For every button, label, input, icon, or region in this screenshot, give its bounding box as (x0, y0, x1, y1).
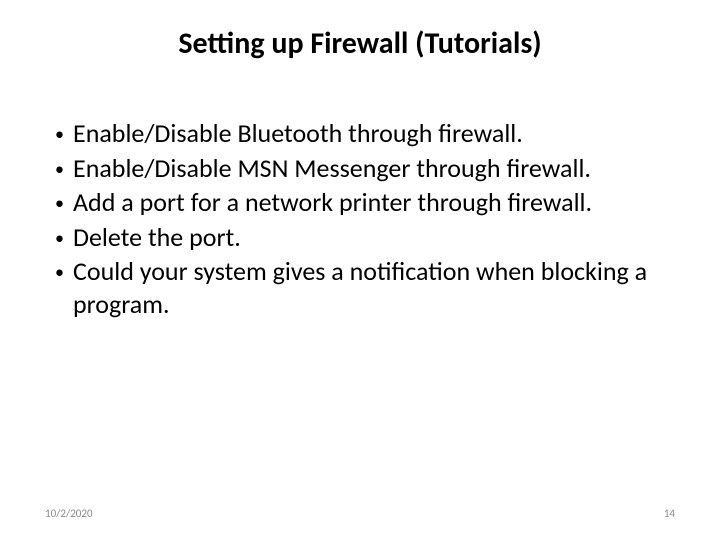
footer: 10/2/2020 14 (45, 507, 675, 520)
bullet-icon: • (55, 221, 73, 250)
bullet-icon: • (55, 255, 73, 284)
slide-container: Setting up Firewall (Tutorials) • Enable… (0, 0, 720, 540)
page-title: Setting up Firewall (Tutorials) (45, 25, 675, 62)
bullet-text: Add a port for a network printer through… (73, 186, 675, 219)
bullet-icon: • (55, 117, 73, 146)
list-item: • Enable/Disable Bluetooth through firew… (55, 117, 675, 150)
bullet-icon: • (55, 186, 73, 215)
footer-date: 10/2/2020 (45, 507, 93, 520)
list-item: • Delete the port. (55, 221, 675, 254)
bullet-list: • Enable/Disable Bluetooth through firew… (45, 117, 675, 320)
bullet-text: Could your system gives a notification w… (73, 255, 675, 320)
bullet-text: Delete the port. (73, 221, 675, 254)
bullet-icon: • (55, 152, 73, 181)
bullet-text: Enable/Disable MSN Messenger through fir… (73, 152, 675, 185)
bullet-text: Enable/Disable Bluetooth through firewal… (73, 117, 675, 150)
list-item: • Could your system gives a notification… (55, 255, 675, 320)
footer-page-number: 14 (664, 507, 675, 520)
list-item: • Enable/Disable MSN Messenger through f… (55, 152, 675, 185)
list-item: • Add a port for a network printer throu… (55, 186, 675, 219)
